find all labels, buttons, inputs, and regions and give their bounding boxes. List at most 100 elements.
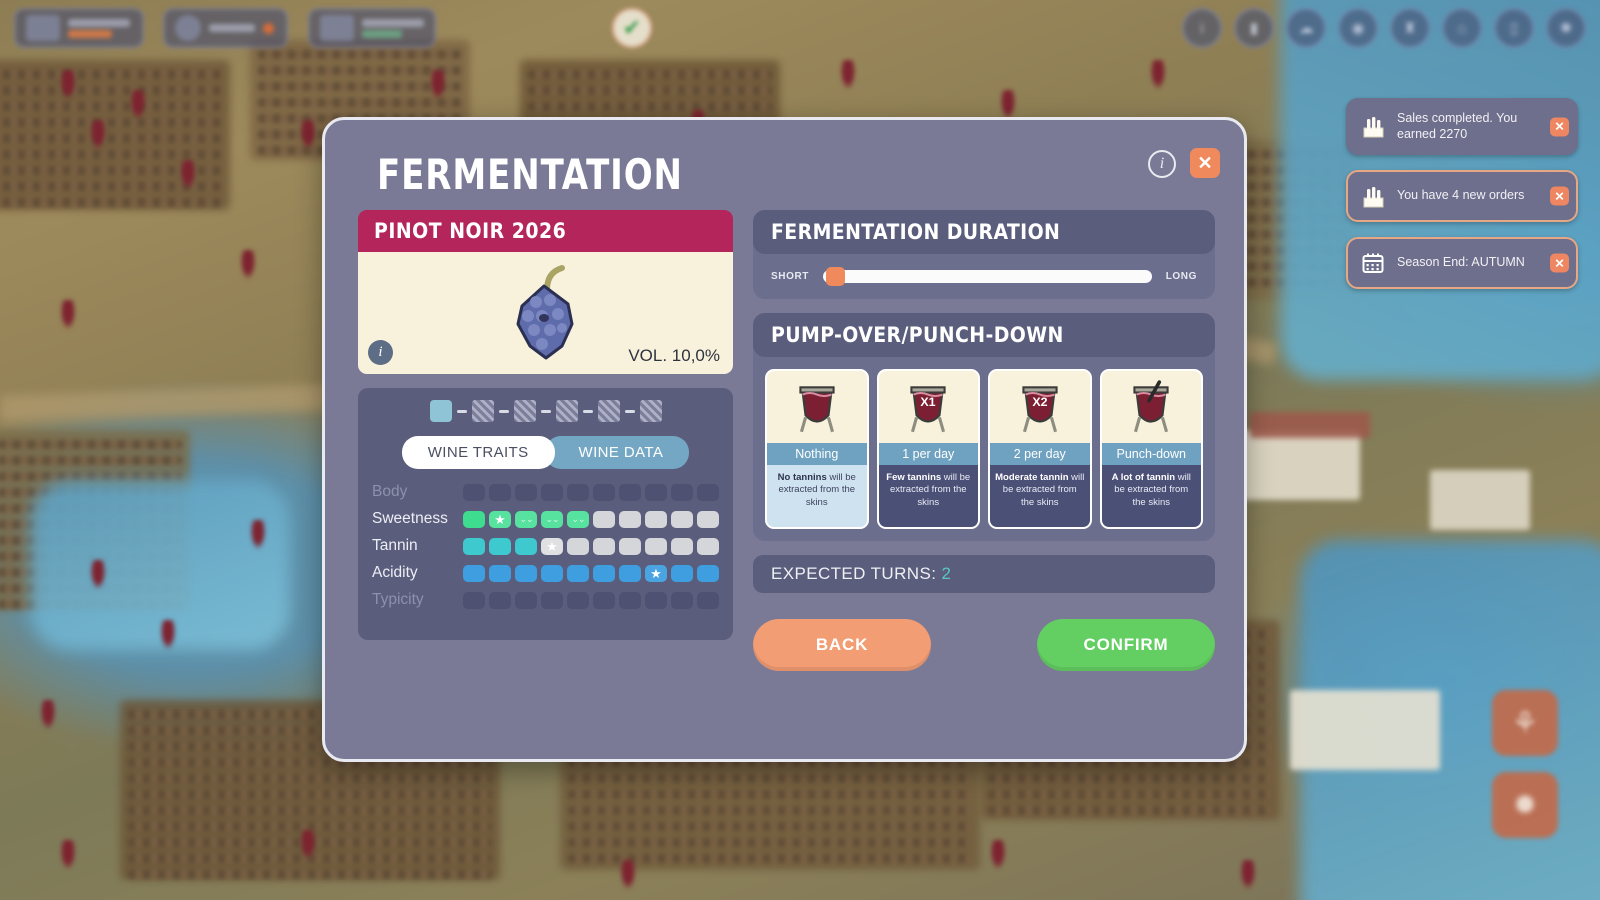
modal-info-icon[interactable]: i [1148,150,1176,178]
confirm-button[interactable]: CONFIRM [1037,619,1215,671]
trait-pip [541,564,563,582]
trait-pip [567,564,589,582]
toast-close-icon[interactable]: ✕ [1550,253,1569,273]
stage-marker[interactable] [513,400,536,422]
toast-icon [1360,114,1386,140]
trait-pip: ⌄⌄ [567,510,589,528]
pump-option-name: Punch-down [1101,443,1201,465]
notification-stack: Sales completed. You earned 2270 ✕ You h… [1346,98,1578,290]
trait-meter: ★ ⌄⌄ ⌄⌄ ⌄⌄ [463,510,719,528]
back-button[interactable]: BACK [753,619,931,671]
trait-pip [619,591,641,609]
tab-wine-traits[interactable]: WINE TRAITS [401,436,555,469]
trait-pip [593,564,615,582]
bell-icon[interactable]: ♜ [1390,8,1430,48]
trait-pip [697,591,719,609]
briefcase-icon[interactable]: ▮ [1234,8,1274,48]
research-fab[interactable]: ✹ [1492,772,1558,838]
target-star-icon: ★ [546,538,558,554]
trait-pip [697,537,719,555]
stage-separator [456,409,467,413]
pump-option-description: Few tannins will be extracted from the s… [878,465,978,527]
trait-pip [671,510,693,528]
trait-pip [697,564,719,582]
trait-pip: ★ [489,510,511,528]
trait-row: Tannin ★ [372,537,719,555]
svg-text:X2: X2 [1032,395,1047,409]
stage-marker[interactable] [429,400,452,422]
toast-close-icon[interactable]: ✕ [1550,186,1569,206]
trait-label: Sweetness [372,510,448,527]
objective-complete-icon[interactable]: ✔ [612,8,652,48]
trait-pip [619,510,641,528]
trait-pip [671,591,693,609]
trait-pip [541,591,563,609]
trait-meter: ★ [463,537,719,555]
lock-icon[interactable]: ⌂ [1442,8,1482,48]
toast[interactable]: Sales completed. You earned 2270 ✕ [1346,98,1578,156]
pump-option-card[interactable]: Nothing No tannins will be extracted fro… [765,369,869,529]
level-badge-icon [263,22,274,34]
duration-min-label: SHORT [771,271,809,282]
stage-separator [624,409,635,413]
coin-icon[interactable]: ◉ [1338,8,1378,48]
trait-pip [567,483,589,501]
duration-slider-handle[interactable] [826,267,846,286]
trait-pip [463,483,485,501]
duration-slider[interactable] [823,267,1152,286]
trait-meter [463,483,719,501]
pump-option-card[interactable]: Punch-down A lot of tannin will be extra… [1099,369,1203,529]
stage-marker[interactable] [471,400,494,422]
stage-progress [372,400,719,422]
trait-pip: ★ [541,537,563,555]
trait-pip [489,483,511,501]
toast-icon [1360,183,1386,209]
trait-pip [593,510,615,528]
duration-max-label: LONG [1165,271,1197,282]
pump-option-card[interactable]: X1 1 per day Few tannins will be extract… [876,369,980,529]
stage-marker[interactable] [555,400,578,422]
gear-icon[interactable]: ✺ [1546,8,1586,48]
trait-meter: ★ [463,564,719,582]
trait-pip [645,483,667,501]
pump-option-name: 1 per day [878,443,978,465]
trait-pip [567,537,589,555]
trait-pip [697,483,719,501]
level-icon [175,15,201,41]
toast-close-icon[interactable]: ✕ [1550,117,1569,137]
stage-marker[interactable] [597,400,620,422]
trait-list: Body Sweetness ★ ⌄⌄ ⌄⌄ ⌄⌄ Tannin ★ Acidity … [372,483,719,609]
calendar-icon [320,15,354,41]
toast[interactable]: You have 4 new orders ✕ [1346,170,1578,223]
stage-marker[interactable] [639,400,662,422]
toast[interactable]: Season End: AUTUMN ✕ [1346,237,1578,290]
vineyard-fab[interactable]: ⚘ [1492,690,1558,756]
info-icon[interactable]: i [1182,8,1222,48]
cloud-icon[interactable]: ☁ [1286,8,1326,48]
money-icon [26,15,60,41]
hud-chip-money[interactable] [14,8,144,48]
target-star-icon: ★ [494,511,506,527]
trait-pip [489,564,511,582]
trait-pip [567,591,589,609]
trait-pip [671,537,693,555]
wine-info-icon[interactable]: i [368,340,393,365]
pump-option-card[interactable]: X2 2 per day Moderate tannin will be ext… [988,369,1092,529]
toast-message: Season End: AUTUMN [1397,255,1525,270]
target-star-icon: ★ [650,565,662,581]
vat-icon [1102,371,1202,443]
close-icon[interactable]: ✕ [1190,148,1220,178]
vat-icon [767,371,867,443]
hud-chip-date[interactable] [308,8,436,48]
page-title: FERMENTATION [377,150,683,199]
tab-wine-data[interactable]: WINE DATA [544,436,690,469]
hud-chip-level[interactable] [163,8,288,48]
wine-panel: PINOT NOIR 2026 i VOL. 10,0% WINE TRAITS… [358,210,733,640]
toast-icon [1360,250,1386,276]
wine-name-banner: PINOT NOIR 2026 [358,210,733,252]
trait-pip [515,537,537,555]
trait-pip [645,591,667,609]
trait-row: Typicity [372,591,719,609]
pump-option-description: Moderate tannin will be extracted from t… [990,465,1090,527]
bottle-icon[interactable]: ▯ [1494,8,1534,48]
